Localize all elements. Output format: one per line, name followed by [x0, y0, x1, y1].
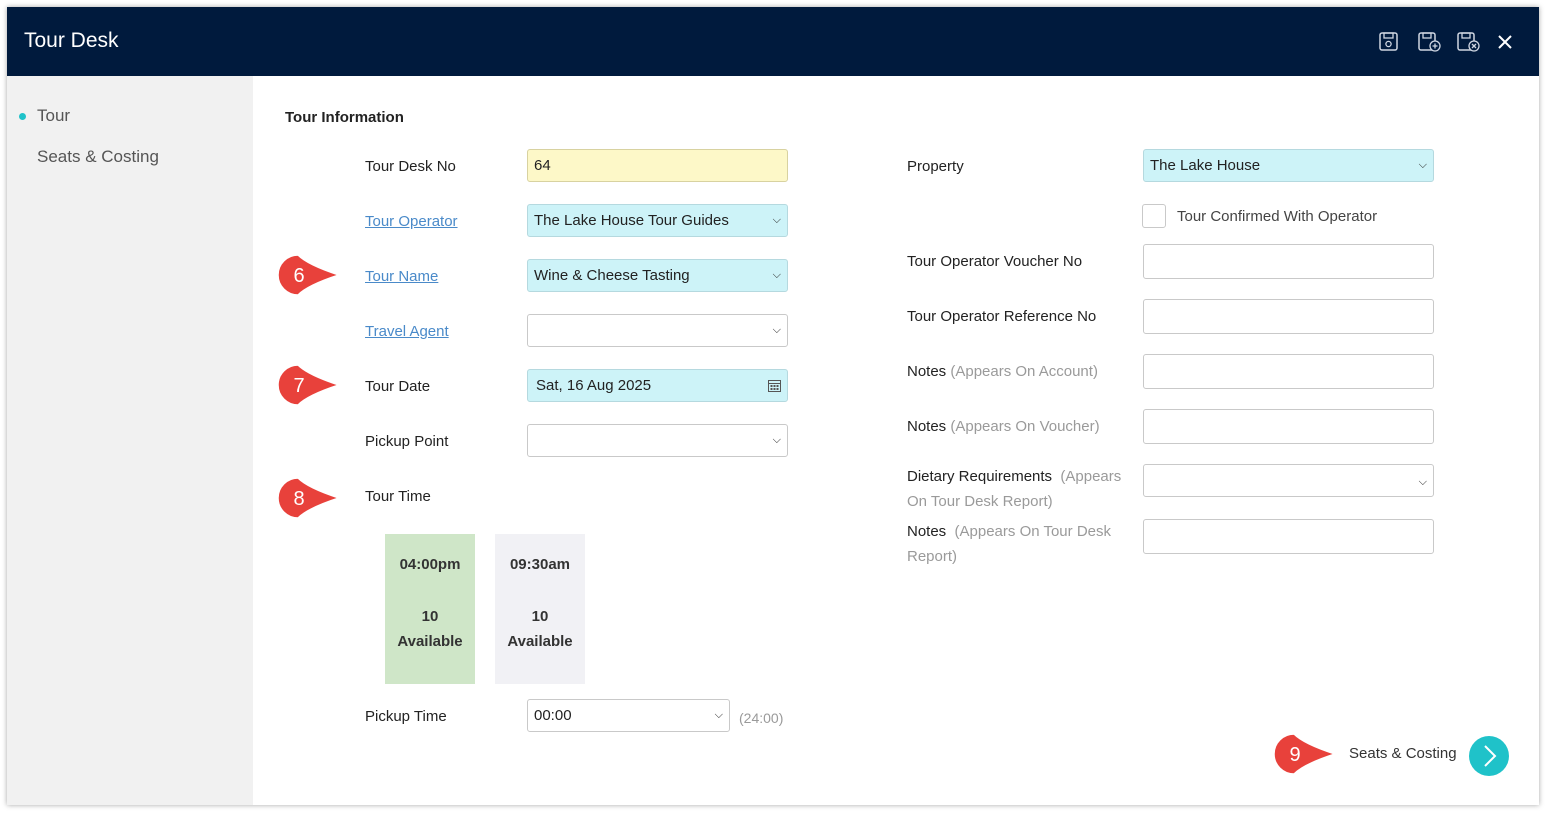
chevron-down-icon: ⌵	[772, 269, 781, 281]
save-icon[interactable]	[1378, 31, 1400, 53]
time-slot-0400pm[interactable]: 04:00pm 10 Available	[385, 534, 475, 684]
tour-information-panel: Tour Information Tour Desk No 64 Tour Op…	[253, 76, 1539, 805]
dietary-select[interactable]: ⌵	[1143, 464, 1434, 497]
tour-date-label: Tour Date	[365, 378, 431, 395]
reference-no-input[interactable]	[1143, 299, 1434, 334]
window-title: Tour Desk	[24, 29, 119, 52]
voucher-no-label: Tour Operator Voucher No	[907, 253, 1083, 270]
pickup-time-hint: (24:00)	[739, 710, 784, 726]
notes-report-label: Notes (Appears On Tour Desk Report)	[907, 523, 1111, 565]
tour-name-select[interactable]: Wine & Cheese Tasting ⌵	[527, 259, 788, 292]
pickup-time-select[interactable]: 00:00 ⌵	[527, 699, 730, 732]
tour-confirmed-label: Tour Confirmed With Operator	[1177, 208, 1378, 225]
sidebar: Tour Seats & Costing	[7, 76, 253, 805]
calendar-icon[interactable]	[768, 379, 781, 392]
property-label: Property	[907, 158, 964, 175]
pickup-point-select[interactable]: ⌵	[527, 424, 788, 457]
slot-count: 10	[531, 608, 549, 625]
slot-time: 04:00pm	[399, 556, 461, 573]
pickup-time-label: Pickup Time	[365, 708, 447, 725]
tour-operator-value: The Lake House Tour Guides	[534, 212, 729, 229]
chevron-down-icon: ⌵	[772, 214, 781, 226]
notes-voucher-hint: (Appears On Voucher)	[950, 418, 1100, 435]
tour-date-value: Sat, 16 Aug 2025	[536, 377, 652, 394]
sidebar-item-tour[interactable]: Tour	[37, 106, 70, 126]
next-section-label[interactable]: Seats & Costing	[1349, 745, 1457, 762]
annotation-badge-7: 7	[277, 364, 339, 406]
annotation-badge-6: 6	[277, 254, 339, 296]
save-close-icon[interactable]	[1456, 31, 1482, 53]
tour-date-field[interactable]: Sat, 16 Aug 2025	[527, 369, 788, 402]
notes-report-input[interactable]	[1143, 519, 1434, 554]
notes-voucher-label: Notes (Appears On Voucher)	[907, 418, 1100, 435]
tour-desk-no-field[interactable]: 64	[527, 149, 788, 182]
notes-voucher-input[interactable]	[1143, 409, 1434, 444]
dietary-label: Dietary Requirements (Appears On Tour De…	[907, 468, 1122, 510]
pickup-time-value: 00:00	[534, 707, 572, 724]
chevron-down-icon: ⌵	[772, 324, 781, 336]
chevron-right-icon	[1484, 745, 1497, 767]
tour-desk-window: Tour Desk Tour Seats & Costing Tour Info…	[7, 7, 1539, 805]
voucher-no-input[interactable]	[1143, 244, 1434, 279]
travel-agent-link[interactable]: Travel Agent	[365, 323, 449, 340]
travel-agent-select[interactable]: ⌵	[527, 314, 788, 347]
slot-time: 09:30am	[509, 556, 571, 573]
annotation-9-text: 9	[1289, 744, 1300, 766]
save-new-icon[interactable]	[1417, 31, 1443, 53]
notes-account-hint: (Appears On Account)	[950, 363, 1098, 380]
tour-operator-link[interactable]: Tour Operator	[365, 213, 458, 230]
notes-account-input[interactable]	[1143, 354, 1434, 389]
slot-status: Available	[507, 633, 573, 650]
chevron-down-icon: ⌵	[1418, 476, 1427, 488]
property-select[interactable]: The Lake House ⌵	[1143, 149, 1434, 182]
slot-status: Available	[397, 633, 463, 650]
tour-name-value: Wine & Cheese Tasting	[534, 267, 690, 284]
pickup-point-label: Pickup Point	[365, 433, 449, 450]
reference-no-label: Tour Operator Reference No	[907, 308, 1097, 325]
time-slot-0930am[interactable]: 09:30am 10 Available	[495, 534, 585, 684]
title-bar: Tour Desk	[7, 7, 1539, 76]
tour-confirmed-checkbox[interactable]	[1142, 204, 1166, 228]
chevron-down-icon: ⌵	[714, 709, 723, 721]
annotation-7-text: 7	[293, 375, 304, 397]
property-value: The Lake House	[1150, 157, 1261, 174]
annotation-6-text: 6	[293, 265, 304, 287]
annotation-badge-9: 9	[1273, 733, 1335, 775]
tour-desk-no-value: 64	[534, 157, 551, 174]
close-icon[interactable]	[1494, 31, 1516, 53]
annotation-8-text: 8	[293, 488, 304, 510]
annotation-badge-8: 8	[277, 477, 339, 519]
tour-operator-select[interactable]: The Lake House Tour Guides ⌵	[527, 204, 788, 237]
chevron-down-icon: ⌵	[772, 434, 781, 446]
tour-name-link[interactable]: Tour Name	[365, 268, 438, 285]
notes-account-label: Notes (Appears On Account)	[907, 363, 1098, 380]
section-title: Tour Information	[285, 109, 404, 126]
active-indicator	[19, 113, 26, 120]
tour-desk-no-label: Tour Desk No	[365, 158, 456, 175]
next-button[interactable]	[1469, 736, 1509, 776]
slot-count: 10	[421, 608, 439, 625]
tour-time-label: Tour Time	[365, 488, 431, 505]
chevron-down-icon: ⌵	[1418, 159, 1427, 171]
sidebar-item-seats-costing[interactable]: Seats & Costing	[37, 147, 159, 167]
